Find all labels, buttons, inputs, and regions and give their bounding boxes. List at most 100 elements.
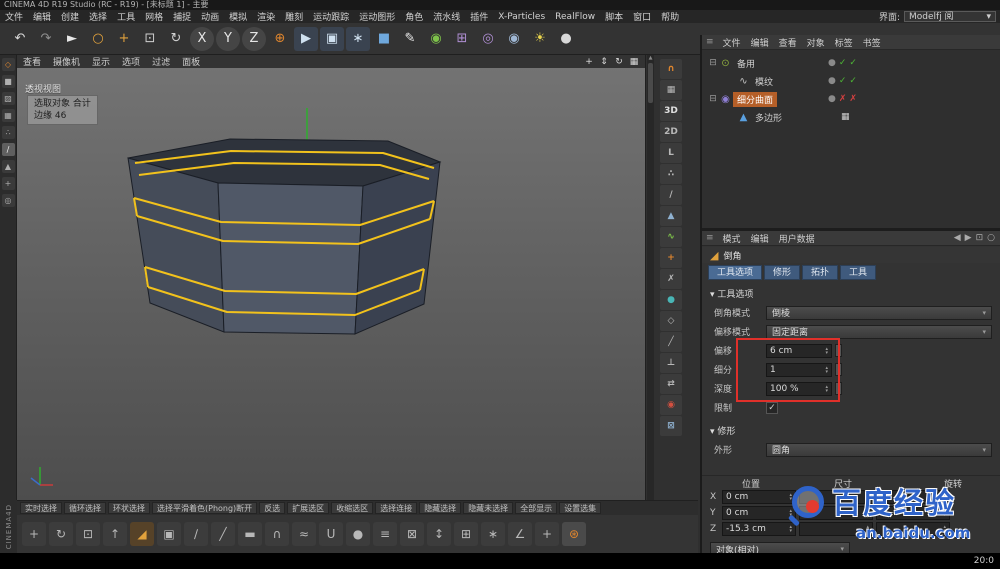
object-manager-menu-item[interactable]: 编辑 [746, 36, 774, 49]
z-axis-lock-button[interactable]: Z [242, 27, 266, 51]
object-row[interactable]: ⊟ ◉ 细分曲面 ● ✗ ✗ [702, 90, 1000, 108]
attribute-dropdown[interactable]: 固定距离 ▾ [766, 325, 992, 339]
attribute-dropdown[interactable]: 倒棱 ▾ [766, 306, 992, 320]
object-row[interactable]: ▲ 多边形 ▦ [702, 108, 1000, 126]
viewport-menu-item[interactable]: 查看 [17, 55, 47, 68]
attribute-tab[interactable]: 修形 [764, 265, 800, 280]
viewport-solo-icon[interactable]: ◎ [2, 194, 15, 207]
visibility-dot[interactable]: ● [828, 58, 836, 68]
scale-icon[interactable]: ⊡ [76, 522, 100, 546]
snap-edge-icon[interactable]: ∕ [660, 185, 682, 205]
select-tool-icon[interactable]: ► [60, 27, 84, 51]
toggle-view-icon[interactable]: ▦ [628, 56, 640, 67]
value-drag-handle[interactable] [835, 344, 842, 357]
object-name[interactable]: 模纹 [751, 74, 777, 89]
enable-mark[interactable]: ✓ [849, 58, 857, 68]
attribute-spinner[interactable]: 6 cm ▴▾ [766, 344, 832, 358]
scroll-up-icon[interactable]: ▲ [649, 55, 653, 61]
section-header-tool-options[interactable]: ▾ 工具选项 [710, 287, 753, 300]
menu-item[interactable]: 选择 [84, 10, 112, 23]
enable-mark[interactable]: ✗ [849, 94, 857, 104]
selection-command-button[interactable]: 隐藏选择 [419, 502, 461, 514]
object-name[interactable]: 多边形 [751, 110, 786, 125]
quantize-icon[interactable]: ◉ [660, 395, 682, 415]
render-picture-viewer-icon[interactable]: ▣ [320, 27, 344, 51]
x-axis-lock-button[interactable]: X [190, 27, 214, 51]
pan-view-icon[interactable]: + [583, 56, 595, 67]
viewport-menu-item[interactable]: 过滤 [146, 55, 176, 68]
menu-item[interactable]: 工具 [112, 10, 140, 23]
menu-item[interactable]: 模拟 [224, 10, 252, 23]
rotate-view-icon[interactable]: ↻ [613, 56, 625, 67]
value-drag-handle[interactable] [835, 363, 842, 376]
make-editable-icon[interactable]: ◇ [2, 58, 15, 71]
edges-mode-icon[interactable]: ∕ [2, 143, 15, 156]
menu-item[interactable]: 帮助 [656, 10, 684, 23]
interface-layout-dropdown[interactable]: Modelfj 阅▾ [904, 11, 996, 22]
extrude-icon[interactable]: ↑ [103, 522, 127, 546]
snap-axis-icon[interactable]: + [660, 248, 682, 268]
attr-lock-icon[interactable]: ⊡ [976, 233, 984, 243]
attr-back-icon[interactable]: ◀ [954, 233, 961, 243]
position-spinner[interactable]: -15.3 cm ▴▾ [722, 522, 796, 536]
selection-command-button[interactable]: 收缩选区 [331, 502, 373, 514]
menu-item[interactable]: 动画 [196, 10, 224, 23]
selection-command-button[interactable]: 选择平滑着色(Phong)断开 [152, 502, 257, 514]
workplane-mode-icon[interactable]: ▦ [2, 109, 15, 122]
viewport-menu-item[interactable]: 选项 [116, 55, 146, 68]
snap-scrollbar[interactable]: ▲ [647, 55, 654, 500]
scroll-thumb[interactable] [648, 63, 653, 103]
menu-item[interactable]: 脚本 [600, 10, 628, 23]
material-icon[interactable]: ● [554, 27, 578, 51]
subdivision-surface-icon[interactable]: ◉ [424, 27, 448, 51]
workplane-lock-icon[interactable]: ⊠ [660, 416, 682, 436]
selection-command-button[interactable]: 环状选择 [108, 502, 150, 514]
menu-item[interactable]: 运动图形 [354, 10, 400, 23]
menu-item[interactable]: 角色 [400, 10, 428, 23]
size-spinner[interactable]: ▴▾ [799, 490, 873, 504]
section-header-shaping[interactable]: ▾ 修形 [710, 424, 735, 437]
plane-cut-icon[interactable]: ▬ [238, 522, 262, 546]
menu-item[interactable]: 捕捉 [168, 10, 196, 23]
live-selection-icon[interactable]: ○ [86, 27, 110, 51]
hexagon-right-face[interactable] [355, 162, 440, 334]
menu-item[interactable]: 插件 [465, 10, 493, 23]
collapse-arrow-icon[interactable]: ▾ [710, 290, 715, 300]
perspective-viewport[interactable]: 查看摄像机显示选项过滤面板 +⇕↻▦ 透视视图 选取对象 合计 边缘 46 [17, 55, 645, 500]
viewport-menu-item[interactable]: 面板 [176, 55, 206, 68]
texture-mode-icon[interactable]: ▨ [2, 92, 15, 105]
selection-command-button[interactable]: 选择连接 [375, 502, 417, 514]
size-spinner[interactable]: ▴▾ [799, 506, 873, 520]
menu-item[interactable]: 编辑 [28, 10, 56, 23]
object-name[interactable]: 备用 [733, 56, 759, 71]
mode-3d-button[interactable]: 3D [660, 101, 682, 121]
subdivide-icon[interactable]: ⊞ [454, 522, 478, 546]
selection-command-button[interactable]: 扩展选区 [287, 502, 329, 514]
spline-pen-icon[interactable]: ✎ [398, 27, 422, 51]
dynamic-guide-icon[interactable]: ⇄ [660, 374, 682, 394]
rotation-spinner[interactable]: ▴▾ [876, 490, 950, 504]
attribute-tab[interactable]: 工具 [840, 265, 876, 280]
y-axis-lock-button[interactable]: Y [216, 27, 240, 51]
snap-spline-icon[interactable]: ∿ [660, 227, 682, 247]
snap-vertex-icon[interactable]: ∴ [660, 164, 682, 184]
expand-toggle-icon[interactable]: ⊟ [708, 94, 718, 104]
menu-item[interactable]: RealFlow [550, 12, 600, 22]
points-mode-icon[interactable]: ∴ [2, 126, 15, 139]
selection-command-button[interactable]: 设置选集 [559, 502, 601, 514]
polygons-mode-icon[interactable]: ▲ [2, 160, 15, 173]
limit-checkbox[interactable]: ✓ [766, 402, 778, 414]
rotate-tool-icon[interactable]: ↻ [164, 27, 188, 51]
texture-tag-icon[interactable]: ▦ [841, 112, 850, 122]
weld-icon[interactable]: ● [346, 522, 370, 546]
selection-command-button[interactable]: 全部显示 [515, 502, 557, 514]
enable-mark[interactable]: ✓ [839, 58, 847, 68]
edge-cut-icon[interactable]: ↕ [427, 522, 451, 546]
rotation-spinner[interactable]: ▴▾ [876, 522, 950, 536]
value-drag-handle[interactable] [835, 382, 842, 395]
menu-item[interactable]: 网格 [140, 10, 168, 23]
attribute-menu-item[interactable]: 编辑 [746, 232, 774, 245]
shape-dropdown[interactable]: 圆角 ▾ [766, 443, 992, 457]
camera-icon[interactable]: ◉ [502, 27, 526, 51]
menu-item[interactable]: 文件 [0, 10, 28, 23]
